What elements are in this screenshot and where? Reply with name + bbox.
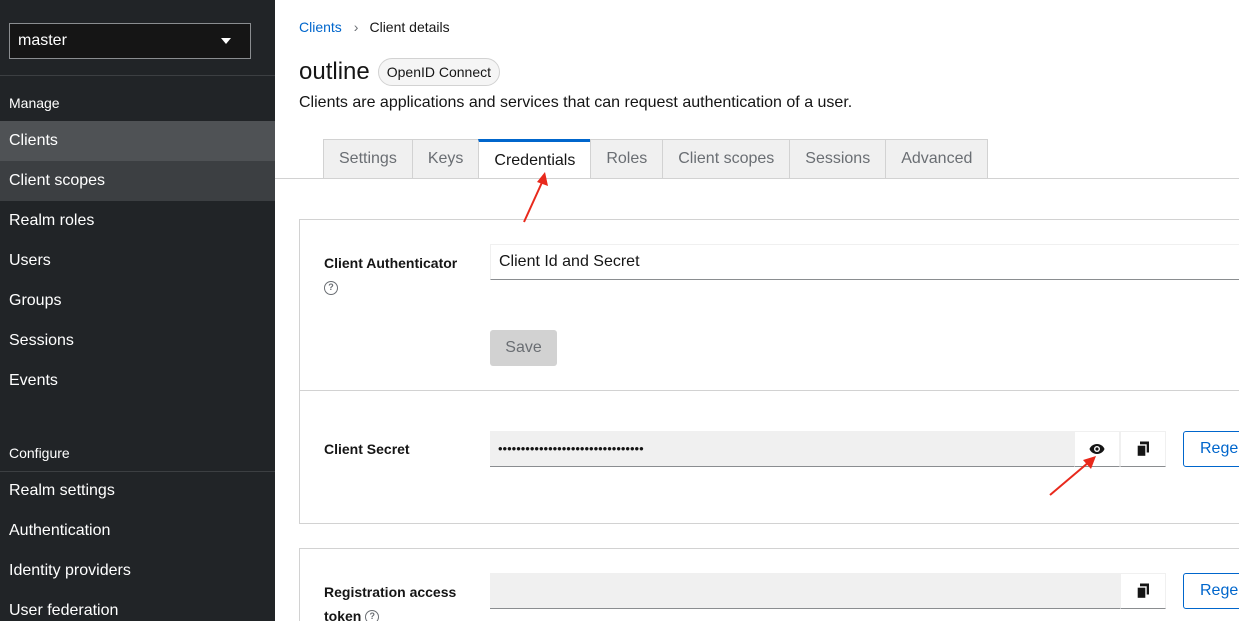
breadcrumb-current: Client details xyxy=(369,19,450,35)
section-title-configure: Configure xyxy=(9,445,70,461)
authenticator-card: Client Authenticator ? Client Id and Sec… xyxy=(299,219,1239,391)
client-secret-card: Client Secret ••••••••••••••••••••••••••… xyxy=(299,390,1239,524)
eye-icon xyxy=(1089,444,1105,454)
tab-client-scopes[interactable]: Client scopes xyxy=(662,139,790,179)
tabs-divider xyxy=(275,178,1239,179)
tab-sessions[interactable]: Sessions xyxy=(789,139,886,179)
sidebar-item-authentication[interactable]: Authentication xyxy=(0,511,275,551)
registration-token-label: Registration access token ? xyxy=(324,580,456,621)
client-secret-input[interactable]: •••••••••••••••••••••••••••••••• xyxy=(490,431,1074,467)
sidebar-item-sessions[interactable]: Sessions xyxy=(0,321,275,361)
registration-token-input[interactable] xyxy=(490,573,1120,609)
tab-settings[interactable]: Settings xyxy=(323,139,412,179)
sidebar-item-client-scopes[interactable]: Client scopes xyxy=(0,161,275,201)
client-authenticator-label-text: Client Authenticator xyxy=(324,255,458,271)
regenerate-token-button[interactable]: Regenerate xyxy=(1183,573,1239,609)
copy-icon xyxy=(1136,583,1149,599)
sidebar-item-user-federation[interactable]: User federation xyxy=(0,591,275,621)
save-button[interactable]: Save xyxy=(490,330,557,366)
copy-token-button[interactable] xyxy=(1120,573,1166,609)
chevron-right-icon: › xyxy=(353,19,359,35)
sidebar-item-clients[interactable]: Clients xyxy=(0,121,275,161)
realm-selector[interactable]: master xyxy=(9,23,251,59)
section-title-manage: Manage xyxy=(9,95,60,111)
registration-token-label-line1: Registration access xyxy=(324,584,457,600)
protocol-badge: OpenID Connect xyxy=(377,58,501,86)
regenerate-secret-button[interactable]: Regenerate xyxy=(1183,431,1239,467)
copy-icon xyxy=(1136,441,1149,457)
sidebar-item-identity-providers[interactable]: Identity providers xyxy=(0,551,275,591)
sidebar-item-users[interactable]: Users xyxy=(0,241,275,281)
realm-selector-value: master xyxy=(18,32,67,49)
copy-secret-button[interactable] xyxy=(1120,431,1166,467)
sidebar-item-events[interactable]: Events xyxy=(0,361,275,401)
chevron-down-icon xyxy=(221,38,231,44)
client-authenticator-select[interactable]: Client Id and Secret xyxy=(490,244,1239,280)
client-secret-label: Client Secret xyxy=(324,441,410,457)
page-title: outline xyxy=(299,58,370,85)
help-icon[interactable]: ? xyxy=(324,281,338,296)
breadcrumb: Clients › Client details xyxy=(299,19,450,35)
sidebar-divider xyxy=(0,75,275,76)
tab-advanced[interactable]: Advanced xyxy=(885,139,989,179)
sidebar-item-realm-roles[interactable]: Realm roles xyxy=(0,201,275,241)
sidebar: master Manage Clients Client scopes Real… xyxy=(0,0,275,621)
main-content: Clients › Client details outline OpenID … xyxy=(275,0,1239,621)
tab-keys[interactable]: Keys xyxy=(411,139,479,179)
registration-token-card: Registration access token ? Regenerate xyxy=(299,548,1239,621)
show-secret-button[interactable] xyxy=(1074,431,1120,467)
registration-token-label-line2: token xyxy=(324,608,362,621)
breadcrumb-clients-link[interactable]: Clients xyxy=(299,19,342,35)
page-description: Clients are applications and services th… xyxy=(299,94,853,111)
sidebar-item-realm-settings[interactable]: Realm settings xyxy=(0,471,275,511)
tab-roles[interactable]: Roles xyxy=(590,139,663,179)
sidebar-item-groups[interactable]: Groups xyxy=(0,281,275,321)
help-icon[interactable]: ? xyxy=(365,610,380,621)
title-row: outline OpenID Connect xyxy=(299,58,501,86)
client-authenticator-label: Client Authenticator ? xyxy=(324,251,457,299)
tab-credentials[interactable]: Credentials xyxy=(478,139,591,179)
client-tabs: Settings Keys Credentials Roles Client s… xyxy=(323,139,989,179)
